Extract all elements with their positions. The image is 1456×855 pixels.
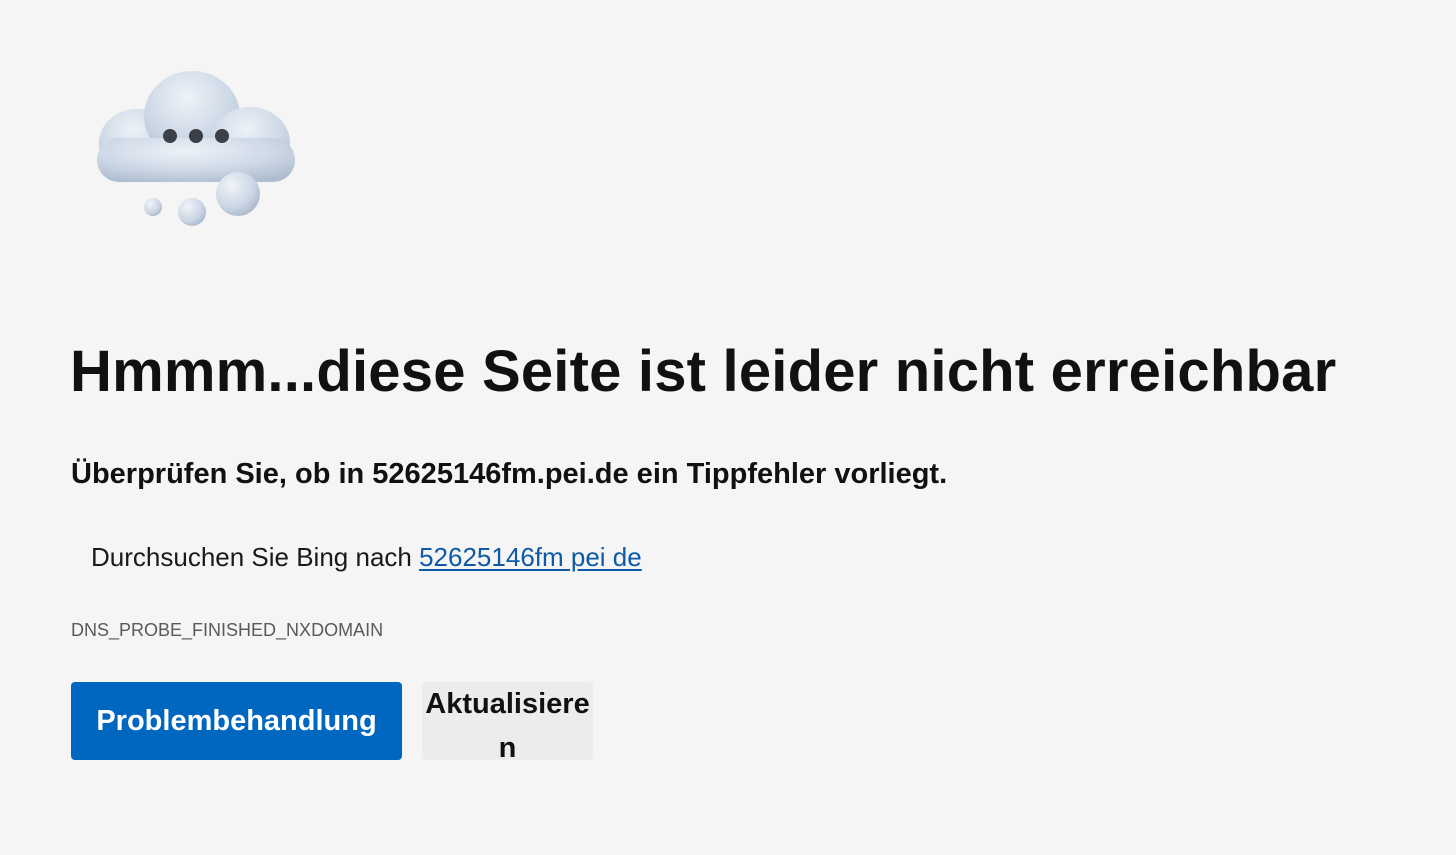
error-page: Hmmm...diese Seite ist leider nicht erre… xyxy=(0,0,1456,855)
typo-hint: Überprüfen Sie, ob in 52625146fm.pei.de … xyxy=(71,458,948,490)
page-title: Hmmm...diese Seite ist leider nicht erre… xyxy=(70,339,1337,404)
ellipsis-dots xyxy=(163,129,229,143)
troubleshoot-button[interactable]: Problembehandlung xyxy=(71,682,402,760)
refresh-button[interactable]: Aktualisieren xyxy=(422,682,593,760)
cloud-thinking-icon xyxy=(97,71,295,226)
bing-search-link[interactable]: 52625146fm pei de xyxy=(419,542,642,572)
cloud-shape xyxy=(97,71,295,182)
bing-suggestion-text: Durchsuchen Sie Bing nach xyxy=(91,542,420,572)
error-code: DNS_PROBE_FINISHED_NXDOMAIN xyxy=(71,620,384,640)
bing-suggestion: Durchsuchen Sie Bing nach 52625146fm pei… xyxy=(91,538,642,576)
